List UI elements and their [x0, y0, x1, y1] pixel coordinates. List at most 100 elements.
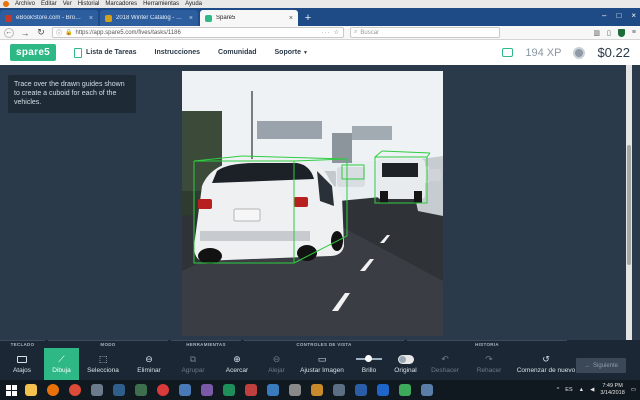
truck-window	[382, 163, 418, 177]
minimize-icon[interactable]: –	[602, 11, 606, 20]
delete-button[interactable]: ⊖ Eliminar	[127, 348, 171, 380]
file-explorer-icon[interactable]	[20, 380, 42, 400]
close-tab-icon[interactable]: ×	[189, 15, 193, 22]
app-icon[interactable]	[240, 380, 262, 400]
nav-community[interactable]: Comunidad	[218, 49, 257, 56]
select-label: Selecciona	[87, 367, 119, 374]
app-icon[interactable]	[174, 380, 196, 400]
draw-label: Dibuja	[52, 367, 71, 374]
show-hidden-icons-icon[interactable]: ^	[557, 387, 560, 393]
redo-button[interactable]: ↷ Rehacer	[467, 348, 511, 380]
close-window-icon[interactable]: ×	[631, 11, 636, 20]
menu-hamburger-icon[interactable]: ≡	[632, 29, 636, 36]
library-icon[interactable]: ▥	[593, 29, 600, 37]
fit-image-label: Ajustar Imagen	[300, 367, 344, 374]
menu-ayuda[interactable]: Ayuda	[185, 1, 202, 7]
original-toggle[interactable]: Original	[388, 348, 423, 380]
group-button[interactable]: ⧉ Agrupar	[171, 348, 215, 380]
info-icon[interactable]: ⓘ	[56, 28, 62, 37]
page-scrollbar[interactable]	[626, 65, 632, 340]
language-indicator[interactable]: ES	[565, 387, 572, 393]
brightness-slider[interactable]	[356, 354, 382, 364]
nav-task-list[interactable]: Lista de Tareas	[74, 47, 137, 58]
taskbar-clock[interactable]: 7:49 PM 3/14/2018	[600, 383, 624, 397]
zoom-in-label: Acercar	[225, 367, 249, 374]
sidebar-icon[interactable]: ▯	[607, 29, 611, 37]
app-icon[interactable]	[306, 380, 328, 400]
tab-label: 2018 Winter Catalog - 2018 Winter	[116, 15, 185, 21]
menu-editar[interactable]: Editar	[41, 1, 57, 7]
address-bar[interactable]: ⓘ 🔒 https://app.spare5.com/fives/tasks/1…	[52, 27, 344, 38]
menu-archivo[interactable]: Archivo	[15, 1, 35, 7]
app-icon[interactable]	[262, 380, 284, 400]
chat-icon[interactable]	[502, 48, 514, 57]
scrollbar-thumb[interactable]	[627, 145, 631, 265]
arrow-right-icon: →	[583, 362, 590, 369]
app-icon[interactable]	[416, 380, 438, 400]
browser-tab-catalog[interactable]: 2018 Winter Catalog - 2018 Winter ×	[100, 10, 198, 26]
brightness-control[interactable]: Brillo	[350, 348, 388, 380]
avatar[interactable]	[573, 46, 586, 59]
app-icon[interactable]	[350, 380, 372, 400]
building	[352, 126, 392, 140]
forward-arrow-icon[interactable]: →	[20, 28, 30, 38]
group-mode: MODO	[48, 340, 168, 348]
new-tab-plus-icon[interactable]: +	[300, 10, 316, 26]
nav-task-list-label: Lista de Tareas	[86, 49, 137, 56]
browser-tab-ebookstore[interactable]: eBookStore.com - Browse and ×	[0, 10, 98, 26]
nav-instructions[interactable]: Instrucciones	[155, 49, 201, 56]
bookmark-star-icon[interactable]: ☆	[334, 29, 340, 36]
app-icon[interactable]	[130, 380, 152, 400]
app-icon[interactable]	[328, 380, 350, 400]
restart-button[interactable]: ↺ Comenzar de nuevo	[511, 348, 581, 380]
draw-button[interactable]: ⟋ Dibuja	[44, 348, 79, 380]
chrome-icon[interactable]	[64, 380, 86, 400]
shortcuts-button[interactable]: Atajos	[0, 348, 44, 380]
spare5-logo[interactable]: spare5	[10, 44, 57, 61]
menu-marcadores[interactable]: Marcadores	[105, 1, 137, 7]
browser-search-input[interactable]: ⌕ Buscar	[350, 27, 500, 38]
zoom-out-button[interactable]: ⊖ Alejar	[259, 348, 294, 380]
nav-support[interactable]: Soporte ▼	[275, 49, 308, 56]
close-tab-icon[interactable]: ×	[89, 15, 93, 22]
network-icon[interactable]: ▲	[579, 387, 584, 393]
app-icon[interactable]	[284, 380, 306, 400]
close-tab-icon[interactable]: ×	[289, 15, 293, 22]
windows-start-icon[interactable]	[2, 381, 20, 399]
extension-shield-icon[interactable]	[617, 28, 625, 37]
undo-button[interactable]: ↶ Deshacer	[423, 348, 467, 380]
slider-knob[interactable]	[364, 355, 372, 362]
spare5-favicon-icon	[205, 14, 212, 22]
distant-car	[337, 167, 365, 187]
app-icon[interactable]	[394, 380, 416, 400]
next-label: Siguiente	[592, 362, 619, 369]
zoom-in-button[interactable]: ⊕ Acercar	[215, 348, 259, 380]
distant-car	[427, 169, 441, 181]
firefox-taskbar-icon[interactable]	[42, 380, 64, 400]
app-icon[interactable]	[152, 380, 174, 400]
fit-image-icon: ▭	[317, 353, 327, 364]
select-button[interactable]: ⬚ Selecciona	[79, 348, 127, 380]
app-icon[interactable]	[108, 380, 130, 400]
original-switch[interactable]	[397, 354, 414, 364]
menu-ver[interactable]: Ver	[63, 1, 72, 7]
page-actions-icon[interactable]: ···	[322, 30, 331, 36]
menu-historial[interactable]: Historial	[78, 1, 100, 7]
notifications-icon[interactable]: ▭	[631, 387, 636, 393]
menu-herramientas[interactable]: Herramientas	[143, 1, 179, 7]
next-button[interactable]: → Siguiente	[576, 358, 626, 373]
volume-icon[interactable]: ◀	[590, 387, 594, 393]
catalog-favicon-icon	[105, 14, 112, 22]
scissors-icon[interactable]	[86, 380, 108, 400]
browser-tab-spare5[interactable]: Spare5 ×	[200, 10, 298, 26]
app-icon[interactable]	[218, 380, 240, 400]
back-arrow-icon[interactable]: ←	[4, 27, 14, 38]
chevron-down-icon: ▼	[302, 50, 308, 56]
annotation-canvas[interactable]	[182, 71, 443, 336]
maximize-icon[interactable]: □	[616, 11, 621, 20]
reload-icon[interactable]: ↻	[36, 27, 46, 38]
app-icon[interactable]	[372, 380, 394, 400]
app-icon[interactable]	[196, 380, 218, 400]
os-taskbar: ^ ES ▲ ◀ 7:49 PM 3/14/2018 ▭	[0, 380, 640, 400]
fit-image-button[interactable]: ▭ Ajustar Imagen	[294, 348, 350, 380]
